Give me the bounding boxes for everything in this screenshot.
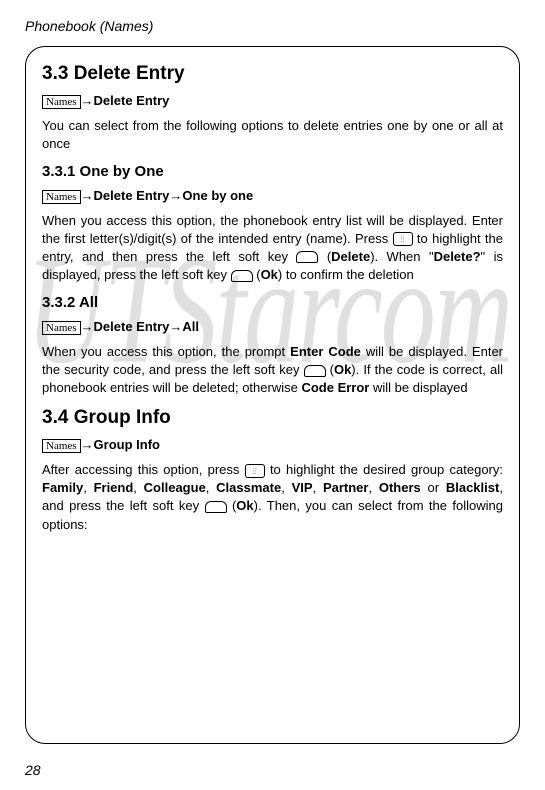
section-3-3-intro: You can select from the following option…: [42, 117, 503, 153]
nav-arrow: →: [169, 319, 182, 334]
soft-key-icon: [205, 501, 227, 513]
bold-delete: Delete: [331, 249, 370, 264]
bold-ok: Ok: [261, 267, 278, 282]
bold-partner: Partner: [323, 480, 369, 495]
text: to highlight the desired group category:: [265, 462, 503, 477]
nav-key-icon: [393, 232, 413, 246]
text: After accessing this option, press: [42, 462, 245, 477]
bold-friend: Friend: [94, 480, 134, 495]
nav-target: Group Info: [94, 437, 160, 452]
text: ,: [313, 480, 323, 495]
nav-path-delete-entry: Names→Delete Entry: [42, 93, 503, 109]
text: (: [227, 498, 237, 513]
section-3-4-heading: 3.4 Group Info: [42, 407, 503, 429]
text: ) to confirm the deletion: [278, 267, 414, 282]
nav-arrow: →: [169, 188, 182, 203]
text: or: [421, 480, 446, 495]
names-icon: Names: [42, 439, 81, 453]
text: ). When ": [370, 249, 433, 264]
bold-code-error: Code Error: [301, 380, 369, 395]
text: ,: [281, 480, 291, 495]
text: When you access this option, the prompt: [42, 344, 290, 359]
text: will be displayed: [369, 380, 467, 395]
bold-delete-q: Delete?: [434, 249, 481, 264]
text: (: [326, 362, 334, 377]
bold-vip: VIP: [292, 480, 313, 495]
nav-target: All: [182, 319, 199, 334]
section-3-3-1-heading: 3.3.1 One by One: [42, 163, 503, 180]
section-3-3-heading: 3.3 Delete Entry: [42, 63, 503, 85]
names-icon: Names: [42, 190, 81, 204]
section-3-3-2-body: When you access this option, the prompt …: [42, 343, 503, 398]
text: ,: [83, 480, 93, 495]
nav-path-all: Names→Delete Entry→All: [42, 319, 503, 335]
nav-arrow: →: [81, 437, 94, 452]
nav-arrow: →: [81, 188, 94, 203]
text: (: [318, 249, 331, 264]
text: ,: [206, 480, 216, 495]
bold-others: Others: [379, 480, 421, 495]
nav-target: Delete Entry: [94, 93, 170, 108]
text: ,: [368, 480, 378, 495]
nav-arrow: →: [81, 319, 94, 334]
soft-key-icon: [231, 270, 253, 282]
bold-enter-code: Enter Code: [290, 344, 361, 359]
bold-family: Family: [42, 480, 83, 495]
section-3-3-1-body: When you access this option, the phonebo…: [42, 212, 503, 285]
bold-ok: Ok: [236, 498, 253, 513]
soft-key-icon: [304, 365, 326, 377]
nav-key-icon: [245, 464, 265, 478]
content-frame: UTStarcom 3.3 Delete Entry Names→Delete …: [25, 46, 520, 744]
names-icon: Names: [42, 95, 81, 109]
nav-path-one-by-one: Names→Delete Entry→One by one: [42, 188, 503, 204]
bold-classmate: Classmate: [216, 480, 281, 495]
text: (: [253, 267, 261, 282]
text: ,: [133, 480, 143, 495]
page-header: Phonebook (Names): [25, 18, 520, 34]
bold-colleague: Colleague: [144, 480, 206, 495]
bold-ok: Ok: [334, 362, 351, 377]
nav-target: One by one: [182, 188, 253, 203]
nav-arrow: →: [81, 93, 94, 108]
section-3-4-body: After accessing this option, press to hi…: [42, 461, 503, 534]
nav-path-group-info: Names→Group Info: [42, 437, 503, 453]
nav-mid: Delete Entry: [94, 188, 170, 203]
section-3-3-2-heading: 3.3.2 All: [42, 294, 503, 311]
bold-blacklist: Blacklist: [446, 480, 499, 495]
soft-key-icon: [296, 251, 318, 263]
page-number: 28: [25, 762, 41, 778]
content: 3.3 Delete Entry Names→Delete Entry You …: [42, 63, 503, 534]
nav-mid: Delete Entry: [94, 319, 170, 334]
names-icon: Names: [42, 321, 81, 335]
